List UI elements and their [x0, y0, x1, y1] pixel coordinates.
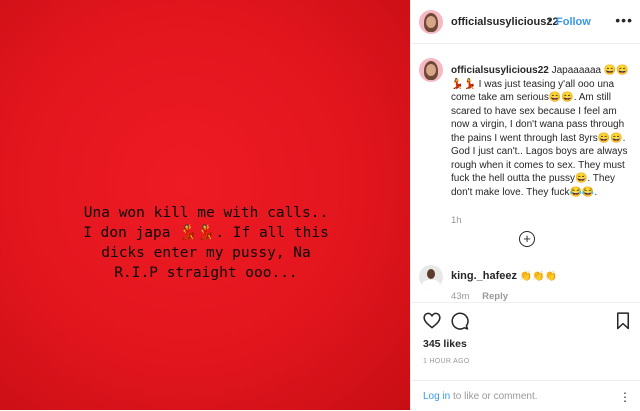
caption-author-avatar[interactable]: [419, 58, 443, 82]
post-timestamp[interactable]: 1 HOUR AGO: [423, 358, 470, 365]
follow-button[interactable]: Follow: [556, 16, 591, 28]
more-horizontal-icon[interactable]: •••: [615, 12, 633, 28]
commenter-avatar[interactable]: [419, 265, 443, 289]
author-avatar[interactable]: [419, 10, 443, 34]
post-image[interactable]: Una won kill me with calls.. I don japa …: [0, 0, 410, 410]
bookmark-icon[interactable]: [616, 312, 630, 330]
plus-circle-icon[interactable]: +: [519, 231, 535, 247]
more-vertical-icon[interactable]: ⋮: [619, 390, 633, 404]
post-header: officialsusylicious22 • Follow •••: [411, 0, 640, 44]
login-prompt: Log in to like or comment.: [423, 391, 538, 402]
heart-icon[interactable]: [423, 312, 441, 329]
separator-dot: •: [548, 15, 552, 27]
author-username[interactable]: officialsusylicious22: [451, 16, 559, 28]
post-sidebar: officialsusylicious22 • Follow ••• offic…: [410, 0, 640, 410]
reply-meta: 43m Reply: [451, 291, 508, 302]
reply-username[interactable]: king._hafeez: [451, 270, 517, 282]
caption-text: Japaaaaaa 😄😄 💃💃 I was just teasing y'all…: [451, 65, 629, 198]
post-image-text: Una won kill me with calls.. I don japa …: [83, 205, 329, 281]
login-prompt-rest: to like or comment.: [450, 391, 538, 402]
caption-comment: officialsusylicious22 Japaaaaaa 😄😄 💃💃 I …: [451, 64, 631, 199]
reply-text: 👏👏👏: [519, 271, 558, 282]
likes-count[interactable]: 345 likes: [423, 338, 467, 350]
login-link[interactable]: Log in: [423, 391, 450, 402]
caption-time[interactable]: 1h: [451, 215, 462, 226]
action-bar: 345 likes 1 HOUR AGO Log in to like or c…: [411, 302, 640, 410]
caption-username[interactable]: officialsusylicious22: [451, 65, 549, 76]
reply-time[interactable]: 43m: [451, 291, 469, 302]
reply-button[interactable]: Reply: [482, 291, 508, 302]
login-bar: Log in to like or comment. ⋮: [411, 380, 640, 411]
reply-comment: king._hafeez 👏👏👏: [451, 270, 557, 282]
comment-icon[interactable]: [451, 312, 469, 330]
comments-section: officialsusylicious22 Japaaaaaa 😄😄 💃💃 I …: [411, 44, 640, 302]
instagram-post-embed: Una won kill me with calls.. I don japa …: [0, 0, 640, 410]
